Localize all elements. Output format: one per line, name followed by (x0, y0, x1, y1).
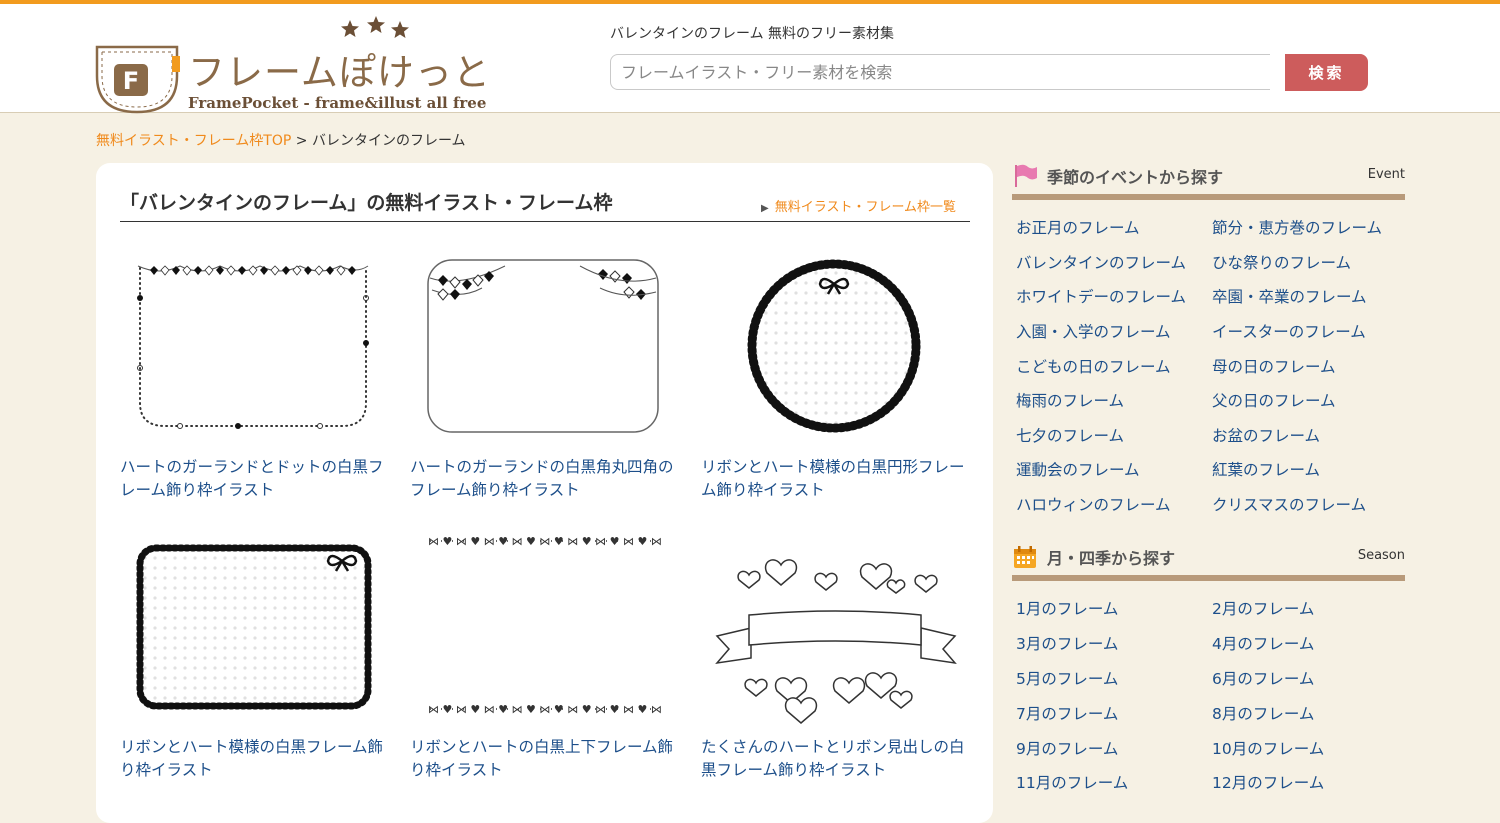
event-link[interactable]: ハロウィンのフレーム (1016, 493, 1171, 515)
event-link[interactable]: 七夕のフレーム (1016, 424, 1124, 446)
event-link[interactable]: バレンタインのフレーム (1016, 251, 1186, 273)
event-link[interactable]: 節分・恵方巻のフレーム (1212, 216, 1382, 238)
event-link[interactable]: ひな祭りのフレーム (1212, 251, 1351, 273)
title-divider (120, 221, 970, 222)
logo-subtitle: FramePocket - frame&illust all free (188, 94, 487, 112)
frame-card-caption[interactable]: リボンとハート模様の白黒フレーム飾り枠イラスト (120, 736, 390, 782)
breadcrumb-home-link[interactable]: 無料イラスト・フレーム枠TOP (96, 133, 291, 149)
season-section-header: 月・四季から探す Season (1012, 544, 1405, 584)
season-link[interactable]: 3月のフレーム (1016, 632, 1118, 654)
breadcrumb: 無料イラスト・フレーム枠TOP > バレンタインのフレーム (96, 130, 466, 150)
triangle-right-icon: ▶ (761, 203, 769, 214)
breadcrumb-separator: > (295, 133, 308, 149)
season-link[interactable]: 11月のフレーム (1016, 771, 1128, 793)
frame-card-caption[interactable]: リボンとハートの白黒上下フレーム飾り枠イラスト (410, 736, 680, 782)
search-button[interactable]: 検索 (1285, 54, 1368, 91)
svg-text:⋈ ♥ ⋈ ♥ ⋈ ♥ ⋈ ♥ ⋈ ♥ ⋈ ♥ ⋈ ♥ ⋈: ⋈ ♥ ⋈ ♥ ⋈ ♥ ⋈ ♥ ⋈ ♥ ⋈ ♥ ⋈ ♥ ⋈ ♥ ⋈ (428, 703, 662, 716)
season-link[interactable]: 7月のフレーム (1016, 702, 1118, 724)
frame-card-caption[interactable]: ハートのガーランドとドットの白黒フレーム飾り枠イラスト (120, 456, 390, 502)
frame-card-caption[interactable]: ハートのガーランドの白黒角丸四角のフレーム飾り枠イラスト (410, 456, 680, 502)
svg-text:⋈ ♥ ⋈ ♥ ⋈ ♥ ⋈ ♥ ⋈ ♥ ⋈ ♥ ⋈ ♥ ⋈: ⋈ ♥ ⋈ ♥ ⋈ ♥ ⋈ ♥ ⋈ ♥ ⋈ ♥ ⋈ ♥ ⋈ ♥ ⋈ (428, 535, 662, 548)
breadcrumb-current: バレンタインのフレーム (311, 133, 466, 149)
hearts-ribbon-banner-frame-thumbnail (715, 559, 957, 724)
event-section-title: 季節のイベントから探す (1047, 168, 1224, 187)
ribbon-heart-top-bottom-frame-thumbnail: ⋈ ♥ ⋈ ♥ ⋈ ♥ ⋈ ♥ ⋈ ♥ ⋈ ♥ ⋈ ♥ ⋈ ♥ ⋈ ⋈ ♥ ⋈ … (428, 535, 662, 716)
frame-list-link[interactable]: ▶ 無料イラスト・フレーム枠一覧 (761, 196, 956, 215)
event-link[interactable]: お正月のフレーム (1016, 216, 1140, 238)
frame-list-link-label: 無料イラスト・フレーム枠一覧 (774, 200, 957, 215)
event-section-tag: Event (1367, 167, 1405, 182)
ribbon-heart-circle-frame-thumbnail (747, 259, 921, 433)
event-link[interactable]: 運動会のフレーム (1016, 458, 1140, 480)
logo-badge: F (123, 67, 139, 95)
event-link[interactable]: 母の日のフレーム (1212, 355, 1336, 377)
pocket-logo-icon: F (95, 45, 180, 114)
event-link[interactable]: 紅葉のフレーム (1212, 458, 1320, 480)
site-logo[interactable]: F フレームぽけっと FramePocket - frame&illust al… (92, 14, 492, 114)
season-link[interactable]: 6月のフレーム (1212, 667, 1314, 689)
season-section-tag: Season (1357, 548, 1405, 563)
page-title: 「バレンタインのフレーム」の無料イラスト・フレーム枠 (120, 192, 613, 214)
frame-card-caption[interactable]: リボンとハート模様の白黒円形フレーム飾り枠イラスト (701, 456, 971, 502)
season-link[interactable]: 8月のフレーム (1212, 702, 1314, 724)
event-link[interactable]: お盆のフレーム (1212, 424, 1320, 446)
event-link[interactable]: 梅雨のフレーム (1016, 389, 1124, 411)
season-link[interactable]: 4月のフレーム (1212, 632, 1314, 654)
season-link[interactable]: 2月のフレーム (1212, 597, 1314, 619)
site-tagline: バレンタインのフレーム 無料のフリー素材集 (610, 26, 895, 42)
event-link[interactable]: 父の日のフレーム (1212, 389, 1336, 411)
ribbon-heart-rect-frame-thumbnail (136, 544, 372, 710)
site-header: F フレームぽけっと FramePocket - frame&illust al… (0, 4, 1500, 114)
season-link[interactable]: 9月のフレーム (1016, 737, 1118, 759)
event-link[interactable]: ホワイトデーのフレーム (1016, 285, 1186, 307)
logo-title: フレームぽけっと (188, 51, 491, 94)
event-section-rule (1012, 194, 1405, 200)
season-link[interactable]: 12月のフレーム (1212, 771, 1324, 793)
heart-garland-dot-frame-thumbnail (137, 265, 369, 429)
event-section-header: 季節のイベントから探す Event (1012, 163, 1405, 203)
season-section-rule (1012, 575, 1405, 581)
flag-icon (1015, 164, 1037, 187)
heart-garland-rounded-frame-thumbnail (427, 259, 659, 433)
event-link[interactable]: イースターのフレーム (1212, 320, 1366, 342)
event-link[interactable]: クリスマスのフレーム (1212, 493, 1366, 515)
event-link[interactable]: こどもの日のフレーム (1016, 355, 1171, 377)
main-content: 「バレンタインのフレーム」の無料イラスト・フレーム枠 ▶ 無料イラスト・フレーム枠… (96, 163, 993, 823)
event-link[interactable]: 卒園・卒業のフレーム (1212, 285, 1367, 307)
event-link[interactable]: 入園・入学のフレーム (1016, 320, 1171, 342)
search-input[interactable] (610, 54, 1270, 90)
season-section-title: 月・四季から探す (1047, 549, 1176, 568)
frame-card-caption[interactable]: たくさんのハートとリボン見出しの白黒フレーム飾り枠イラスト (701, 736, 971, 782)
season-link[interactable]: 5月のフレーム (1016, 667, 1118, 689)
calendar-icon (1014, 546, 1036, 568)
season-link[interactable]: 10月のフレーム (1212, 737, 1324, 759)
season-link[interactable]: 1月のフレーム (1016, 597, 1118, 619)
